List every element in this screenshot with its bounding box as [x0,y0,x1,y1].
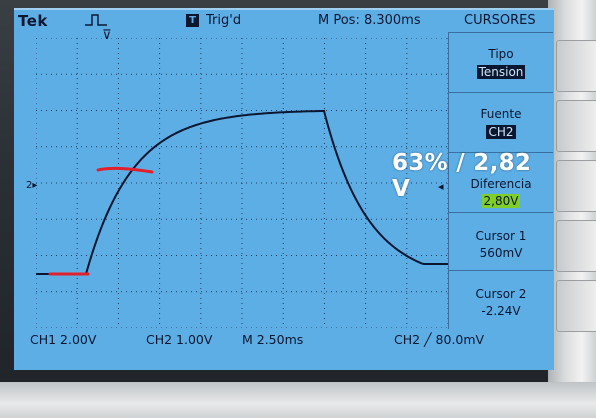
grid-lines [36,38,448,328]
menu-item-label: Fuente [480,107,522,121]
channel-2-ground-marker: 2▸ [26,180,38,191]
ch2-scale-readout: CH2 1.00V [146,332,213,347]
readout-bar: CH1 2.00V CH2 1.00V M 2.50ms CH2 ╱ 80.0m… [14,330,554,350]
trigger-level-readout: CH2 ╱ 80.0mV [394,332,485,347]
menu-item-fuente[interactable]: Fuente CH2 [448,92,553,153]
main-position-readout: M Pos: 8.300ms [318,13,421,28]
trigger-status: Trig'd [206,13,242,28]
ch1-scale-readout: CH1 2.00V [30,332,97,347]
menu-key-2[interactable] [556,100,596,152]
menu-key-5[interactable] [556,280,596,332]
menu-item-value: CH2 [486,125,516,139]
menu-item-value: -2.24V [481,304,521,318]
menu-key-1[interactable] [556,40,596,92]
status-bar: Tek T Trig'd M Pos: 8.300ms CURSORES [14,10,554,32]
menu-key-4[interactable] [556,220,596,272]
menu-item-cursor-1[interactable]: Cursor 1 560mV [448,212,553,271]
menu-item-label: Cursor 2 [475,287,527,301]
menu-item-value: Tension [476,65,526,79]
ch2-waveform [36,109,448,275]
graticule [36,38,448,328]
menu-item-label: Cursor 1 [475,229,527,243]
menu-item-label: Tipo [488,47,514,61]
cursor-mark-upper [96,166,154,174]
brand-logo: Tek [18,12,48,30]
menu-item-value: 560mV [479,246,523,260]
scope-display: Tek T Trig'd M Pos: 8.300ms CURSORES ⊽ 2… [14,8,554,370]
menu-item-cursor-2[interactable]: Cursor 2 -2.24V [448,270,553,329]
timebase-readout: M 2.50ms [242,332,304,347]
trigger-badge: T [186,14,199,27]
menu-key-3[interactable] [556,160,596,212]
trigger-edge-icon [85,14,107,26]
overlay-annotation: 63% / 2,82 V [392,150,532,202]
menu-title: CURSORES [464,13,536,28]
bezel-bottom-edge [0,382,596,418]
menu-item-tipo[interactable]: Tipo Tension [448,32,553,93]
